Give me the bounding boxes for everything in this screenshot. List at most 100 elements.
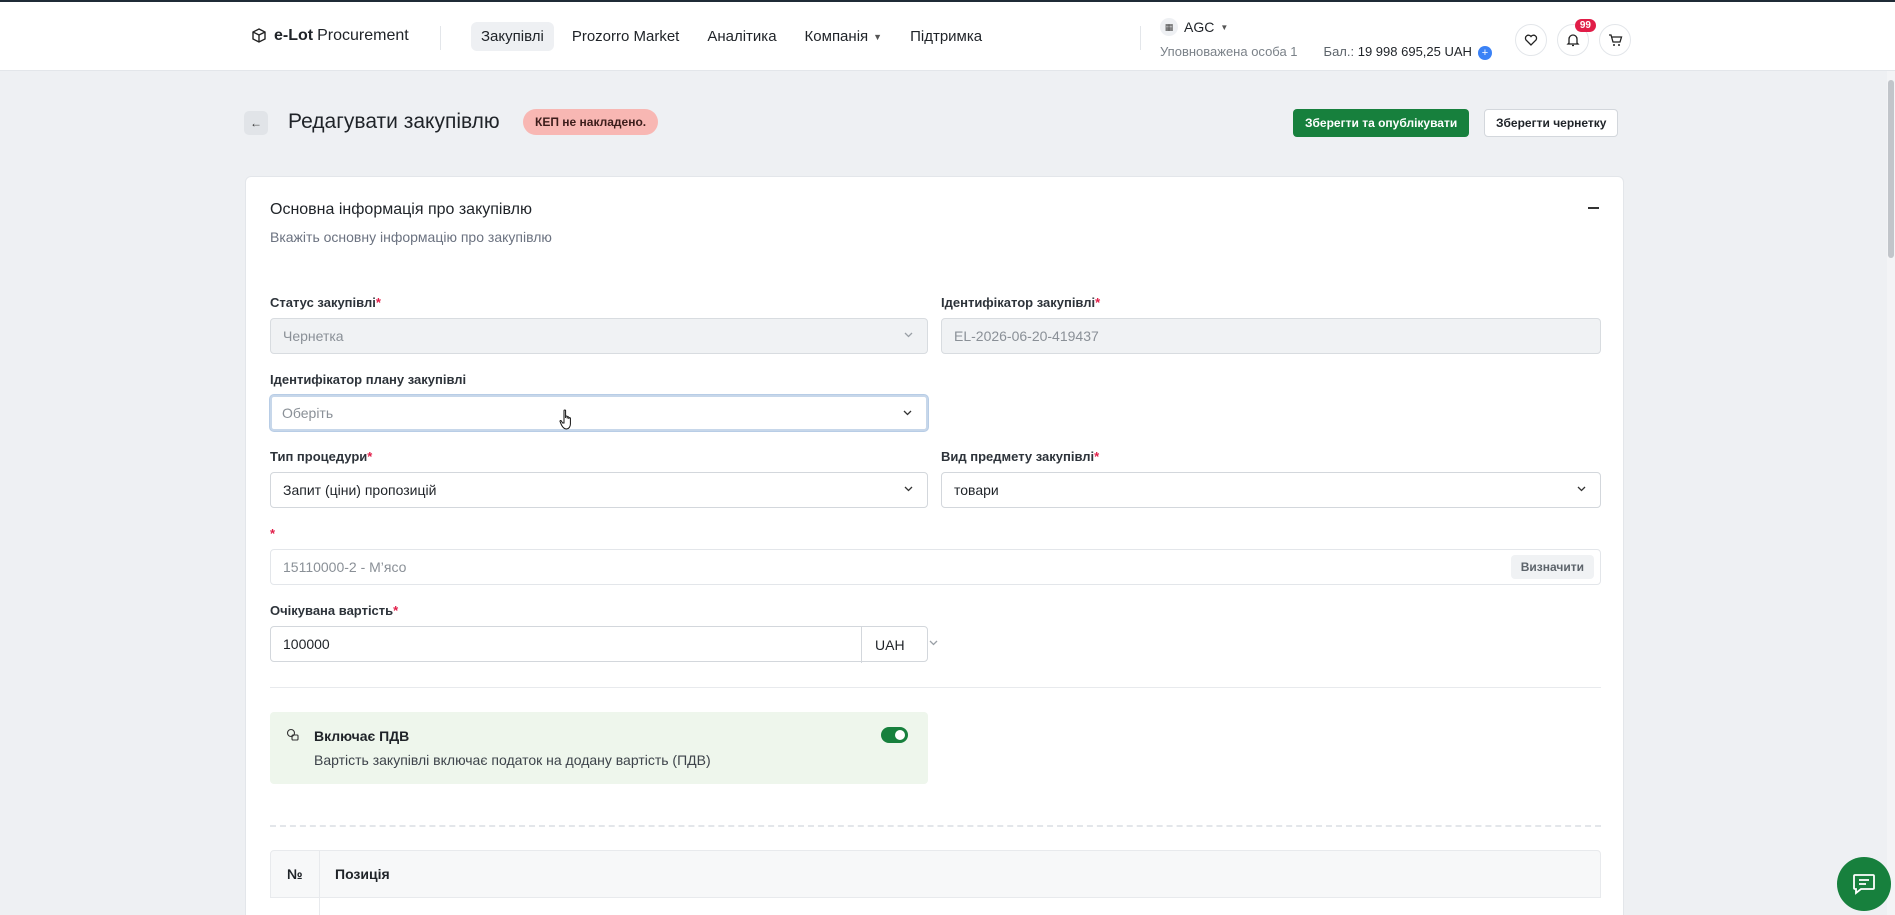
section-subtitle: Вкажіть основну інформацію про закупівлю bbox=[270, 229, 552, 245]
identifier-value: EL-2026-06-20-419437 bbox=[954, 328, 1099, 344]
chat-button[interactable] bbox=[1837, 857, 1891, 911]
save-draft-button[interactable]: Зберегти чернетку bbox=[1484, 109, 1619, 137]
status-label: Статус закупівлі* bbox=[270, 295, 381, 310]
label-text: Статус закупівлі bbox=[270, 295, 376, 310]
scrollbar-thumb[interactable] bbox=[1888, 80, 1894, 258]
required-mark: * bbox=[375, 295, 381, 310]
determine-button[interactable]: Визначити bbox=[1510, 555, 1594, 579]
balance-label: Бал.: bbox=[1323, 44, 1355, 59]
required-mark: * bbox=[367, 449, 373, 464]
chevron-down-icon bbox=[903, 410, 912, 416]
chevron-down-icon: ▼ bbox=[1220, 22, 1229, 32]
expected-value-label: Очікувана вартість* bbox=[270, 603, 398, 618]
chat-icon bbox=[1853, 874, 1875, 895]
nav-label: Підтримка bbox=[910, 28, 983, 45]
nav-item-procurements[interactable]: Закупівлі bbox=[471, 22, 554, 51]
status-select: Чернетка bbox=[270, 318, 928, 354]
chevron-down-icon bbox=[1577, 486, 1586, 492]
top-up-icon[interactable]: + bbox=[1477, 45, 1492, 60]
label-text: Очікувана вартість bbox=[270, 603, 394, 618]
plan-id-placeholder: Оберіть bbox=[282, 405, 334, 421]
required-mark: * bbox=[1095, 295, 1101, 310]
required-mark: * bbox=[1094, 449, 1100, 464]
save-and-publish-button[interactable]: Зберегти та опублікувати bbox=[1293, 109, 1470, 137]
org-switcher[interactable]: ▦ AGC ▼ Уповноважена особа 1 Бал.: 19 99… bbox=[1160, 18, 1492, 60]
procedure-type-label: Тип процедури* bbox=[270, 449, 372, 464]
column-header-number: № bbox=[287, 866, 303, 882]
org-divider bbox=[1140, 26, 1141, 50]
notifications-button[interactable]: 99 bbox=[1557, 19, 1596, 56]
required-mark: * bbox=[270, 526, 276, 541]
cart-button[interactable] bbox=[1599, 24, 1631, 56]
chevron-down-icon: ▼ bbox=[873, 31, 883, 42]
label-text: Вид предмету закупівлі bbox=[941, 449, 1095, 464]
heart-icon bbox=[1524, 34, 1538, 46]
expected-value-input[interactable]: 100000 UAH bbox=[270, 626, 938, 663]
status-value: Чернетка bbox=[283, 328, 344, 344]
logo-cube-icon bbox=[252, 28, 266, 43]
items-table-header: № Позиція bbox=[270, 850, 1601, 915]
nav-label: Компанія bbox=[804, 28, 869, 45]
main-info-card: Основна інформація про закупівлю Вкажіть… bbox=[245, 176, 1624, 915]
hand-cursor-icon bbox=[559, 409, 571, 430]
kep-status-badge: КЕП не накладено. bbox=[523, 109, 659, 135]
vat-panel: Включає ПДВ Вартість закупівлі включає п… bbox=[270, 712, 928, 784]
balance: Бал.: 19 998 695,25 UAH + bbox=[1324, 44, 1492, 60]
required-mark: * bbox=[393, 603, 399, 618]
currency-value: UAH bbox=[875, 637, 905, 653]
procedure-type-value: Запит (ціни) пропозицій bbox=[283, 482, 437, 498]
back-button[interactable]: ← bbox=[244, 111, 268, 135]
section-divider bbox=[270, 687, 1601, 688]
subject-type-value: товари bbox=[954, 482, 999, 498]
building-icon: ▦ bbox=[1160, 18, 1178, 36]
label-text: Тип процедури bbox=[270, 449, 368, 464]
coins-icon bbox=[286, 728, 299, 741]
nav-label: Аналітика bbox=[707, 28, 777, 45]
dashed-divider bbox=[270, 825, 1601, 827]
nav-item-company[interactable]: Компанія ▼ bbox=[795, 22, 893, 51]
chevron-down-icon bbox=[904, 332, 913, 338]
procedure-type-select[interactable]: Запит (ціни) пропозицій bbox=[270, 472, 928, 508]
nav-item-prozorro-market[interactable]: Prozorro Market bbox=[562, 22, 690, 51]
org-role: Уповноважена особа 1 bbox=[1160, 44, 1298, 60]
logo[interactable]: e-Lot Procurement bbox=[250, 27, 409, 45]
currency-select[interactable]: UAH bbox=[861, 627, 952, 663]
plan-id-label: Ідентифікатор плану закупівлі bbox=[270, 372, 467, 387]
cpv-field[interactable]: 15110000-2 - М’ясо Визначити bbox=[270, 549, 1601, 585]
identifier-field: EL-2026-06-20-419437 bbox=[941, 318, 1601, 354]
nav-item-analytics[interactable]: Аналітика bbox=[697, 22, 786, 51]
page-title: Редагувати закупівлю bbox=[288, 110, 500, 133]
nav-label: Закупівлі bbox=[481, 28, 544, 45]
org-name: AGC bbox=[1184, 19, 1215, 35]
cpv-label: * bbox=[270, 526, 275, 541]
column-header-position: Позиція bbox=[335, 866, 390, 882]
label-text: Ідентифікатор закупівлі bbox=[941, 295, 1096, 310]
collapse-icon[interactable] bbox=[1588, 207, 1599, 209]
main-nav: Закупівлі Prozorro Market Аналітика Комп… bbox=[471, 22, 992, 51]
identifier-label: Ідентифікатор закупівлі* bbox=[941, 295, 1100, 310]
toggle-knob bbox=[895, 730, 905, 740]
nav-label: Prozorro Market bbox=[571, 28, 680, 45]
nav-divider bbox=[440, 26, 441, 50]
subject-type-label: Вид предмету закупівлі* bbox=[941, 449, 1099, 464]
chevron-down-icon bbox=[929, 640, 938, 646]
logo-bold-text: e-Lot bbox=[274, 27, 314, 44]
arrow-left-icon: ← bbox=[250, 116, 262, 130]
vat-subtitle: Вартість закупівлі включає податок на до… bbox=[314, 752, 711, 768]
cart-icon bbox=[1608, 34, 1622, 46]
column-separator bbox=[319, 851, 320, 915]
cpv-value: 15110000-2 - М’ясо bbox=[283, 559, 407, 575]
nav-item-support[interactable]: Підтримка bbox=[900, 22, 992, 51]
favorites-button[interactable] bbox=[1515, 24, 1547, 56]
plan-id-select[interactable]: Оберіть bbox=[270, 395, 928, 431]
bell-icon bbox=[1566, 34, 1580, 47]
vat-title: Включає ПДВ bbox=[314, 728, 410, 744]
expected-value-text: 100000 bbox=[283, 636, 330, 652]
vat-toggle[interactable] bbox=[881, 727, 908, 743]
top-header: e-Lot Procurement Закупівлі Prozorro Mar… bbox=[0, 0, 1895, 71]
notification-badge: 99 bbox=[1574, 19, 1596, 32]
balance-value: 19 998 695,25 UAH bbox=[1357, 44, 1472, 59]
logo-text: Procurement bbox=[317, 27, 409, 44]
subject-type-select[interactable]: товари bbox=[941, 472, 1601, 508]
chevron-down-icon bbox=[904, 486, 913, 492]
